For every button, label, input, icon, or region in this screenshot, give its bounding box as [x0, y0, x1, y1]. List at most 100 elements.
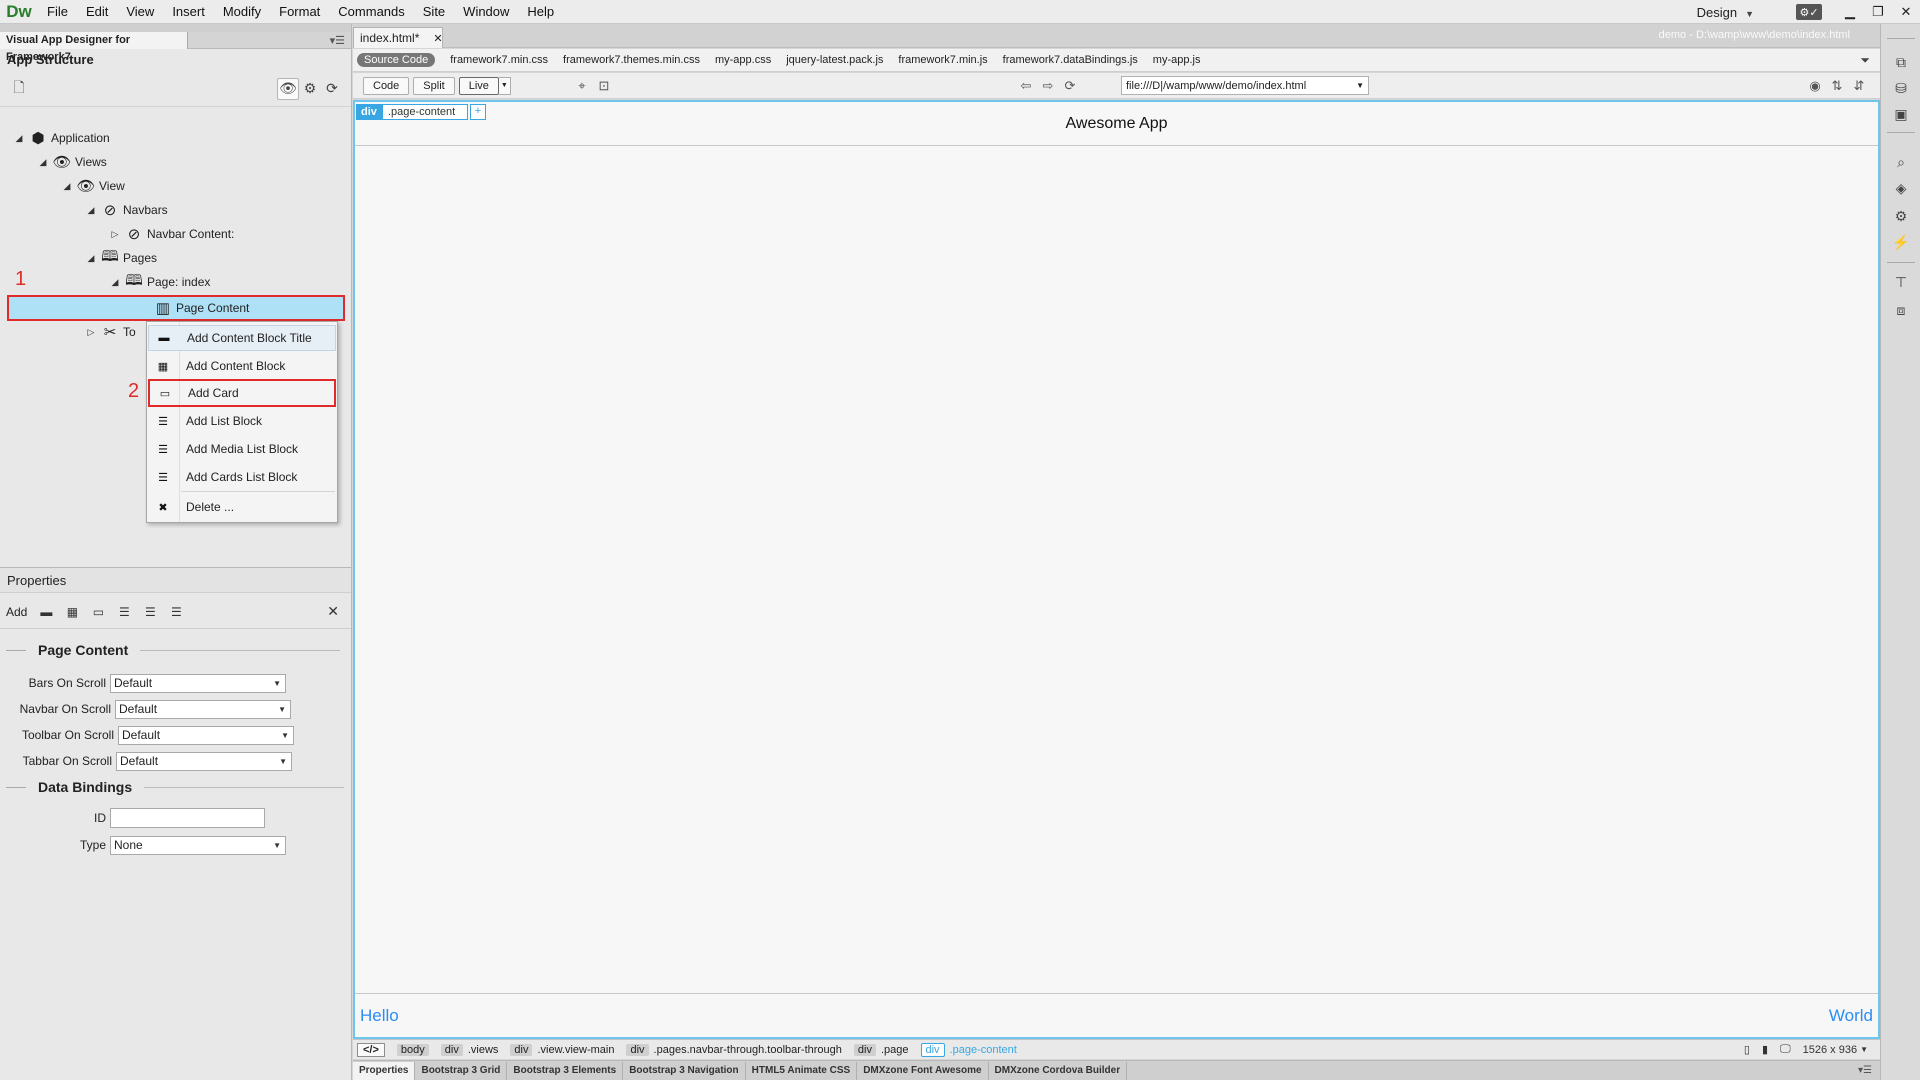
- menu-item-add-card[interactable]: ▭ Add Card: [148, 379, 336, 407]
- live-view-button[interactable]: Live: [458, 76, 499, 95]
- tag-body[interactable]: body: [396, 1043, 429, 1056]
- menu-item-add-media-list-block[interactable]: ☰ Add Media List Block: [148, 436, 336, 462]
- menu-commands[interactable]: Commands: [329, 0, 413, 24]
- add-block-icon[interactable]: ▦: [59, 605, 85, 619]
- menu-item-add-list-block[interactable]: ☰ Add List Block: [148, 408, 336, 434]
- related-file[interactable]: framework7.dataBindings.js: [1003, 54, 1138, 66]
- element-hud[interactable]: div .page-content +: [356, 104, 486, 120]
- tag-div-selected[interactable]: div: [920, 1042, 945, 1057]
- code-navigator-icon[interactable]: ⊡: [593, 77, 615, 95]
- search-icon[interactable]: ⌕: [1890, 152, 1912, 172]
- gear-icon[interactable]: ⚙: [299, 78, 321, 100]
- desktop-size-icon[interactable]: 🖵: [1780, 1043, 1791, 1056]
- menu-item-add-content-block[interactable]: ▦ Add Content Block: [148, 353, 336, 379]
- document-tab-index[interactable]: index.html* ✕: [353, 27, 443, 48]
- close-icon[interactable]: ✕: [1892, 0, 1920, 24]
- sync-settings-icon[interactable]: ⚙✓: [1796, 4, 1822, 20]
- id-input[interactable]: [110, 808, 265, 828]
- tree-item-page-content[interactable]: ▥ Page Content: [7, 295, 345, 321]
- tree-item-pages[interactable]: ◢ 🕮 Pages: [86, 248, 158, 268]
- menu-help[interactable]: Help: [518, 0, 563, 24]
- menu-item-add-cards-list-block[interactable]: ☰ Add Cards List Block: [148, 464, 336, 490]
- add-list-icon[interactable]: ☰: [111, 605, 137, 619]
- expand-arrow-icon[interactable]: ◢: [110, 277, 120, 288]
- menu-item-delete[interactable]: ✖ Delete ...: [148, 494, 336, 520]
- filter-icon[interactable]: ⏷: [1860, 53, 1870, 68]
- sitemap-icon[interactable]: ⊤: [1890, 272, 1912, 292]
- tree-item-navbars[interactable]: ◢ ⊘ Navbars: [86, 200, 168, 220]
- tab-cordova-builder[interactable]: DMXzone Cordova Builder: [989, 1061, 1128, 1080]
- tree-item-views[interactable]: ◢ 👁 Views: [38, 152, 107, 172]
- menu-view[interactable]: View: [117, 0, 163, 24]
- related-file[interactable]: framework7.min.css: [450, 54, 548, 66]
- related-file[interactable]: framework7.themes.min.css: [563, 54, 700, 66]
- view-options-icon[interactable]: ⇵: [1848, 77, 1870, 95]
- eye-icon[interactable]: 👁: [277, 77, 299, 100]
- add-media-list-icon[interactable]: ☰: [137, 605, 163, 619]
- inspect-icon[interactable]: ⌖: [571, 77, 593, 95]
- database-icon[interactable]: ⛁: [1890, 78, 1912, 98]
- hud-add-class[interactable]: +: [469, 104, 486, 120]
- expand-arrow-icon[interactable]: ◢: [14, 133, 24, 144]
- panel-options-icon[interactable]: ▾☰: [330, 34, 345, 47]
- collapsed-arrow-icon[interactable]: ▷: [110, 229, 120, 240]
- minimize-icon[interactable]: ▁: [1836, 0, 1864, 24]
- expand-arrow-icon[interactable]: ◢: [86, 253, 96, 264]
- related-file[interactable]: my-app.css: [715, 54, 771, 66]
- panel-options-icon[interactable]: ▾☰: [1858, 1065, 1872, 1076]
- tag-class[interactable]: .page: [881, 1044, 909, 1056]
- tag-class[interactable]: .view.view-main: [537, 1044, 614, 1056]
- tag-div[interactable]: div: [510, 1043, 533, 1056]
- related-file[interactable]: my-app.js: [1153, 54, 1201, 66]
- add-cards-list-icon[interactable]: ☰: [163, 605, 189, 619]
- collapsed-arrow-icon[interactable]: ▷: [86, 327, 96, 338]
- tag-class-selected[interactable]: .page-content: [950, 1044, 1017, 1056]
- menu-site[interactable]: Site: [414, 0, 454, 24]
- tab-bootstrap-navigation[interactable]: Bootstrap 3 Navigation: [623, 1061, 746, 1080]
- menu-format[interactable]: Format: [270, 0, 329, 24]
- tree-item-toolbars[interactable]: ▷ ✂ To: [86, 322, 136, 342]
- add-title-icon[interactable]: ▬: [33, 605, 59, 619]
- tag-div[interactable]: div: [626, 1043, 649, 1056]
- extensions-icon[interactable]: ⚙: [1890, 206, 1912, 226]
- toolbar-link-left[interactable]: Hello: [360, 1006, 399, 1026]
- assets-icon[interactable]: ▣: [1890, 104, 1912, 124]
- new-document-icon[interactable]: 🗋: [8, 78, 30, 100]
- insert-panel-icon[interactable]: ⧉: [1890, 52, 1912, 72]
- navbar-on-scroll-select[interactable]: Default ▼: [115, 699, 291, 719]
- window-size-select[interactable]: 1526 x 936: [1803, 1044, 1857, 1056]
- menu-item-add-content-block-title[interactable]: ▬ Add Content Block Title: [148, 325, 336, 351]
- tag-class[interactable]: .views: [468, 1044, 499, 1056]
- type-select[interactable]: None ▼: [110, 835, 286, 855]
- related-file[interactable]: framework7.min.js: [898, 54, 987, 66]
- refresh-icon[interactable]: ⟳: [1059, 77, 1081, 95]
- mobile-size-icon[interactable]: ▯: [1744, 1043, 1750, 1056]
- file-management-icon[interactable]: ⇅: [1826, 77, 1848, 95]
- close-icon[interactable]: ✕: [327, 603, 339, 620]
- close-tab-icon[interactable]: ✕: [433, 32, 442, 45]
- menu-modify[interactable]: Modify: [214, 0, 270, 24]
- back-arrow-icon[interactable]: ⇦: [1015, 77, 1037, 95]
- tag-div[interactable]: div: [440, 1043, 463, 1056]
- tabbar-on-scroll-select[interactable]: Default ▼: [116, 751, 292, 771]
- tree-item-navbar-content[interactable]: ▷ ⊘ Navbar Content:: [110, 224, 235, 244]
- menu-file[interactable]: File: [38, 0, 77, 24]
- restore-icon[interactable]: ❐: [1864, 0, 1892, 24]
- code-inspector-icon[interactable]: ⧈: [1890, 300, 1912, 320]
- tab-bootstrap-elements[interactable]: Bootstrap 3 Elements: [507, 1061, 624, 1080]
- chevron-down-icon[interactable]: ▼: [1356, 81, 1364, 90]
- tree-item-page-index[interactable]: ◢ 🕮 Page: index: [110, 272, 211, 292]
- design-canvas[interactable]: Awesome App div .page-content + Hello Wo…: [353, 100, 1880, 1039]
- forward-arrow-icon[interactable]: ⇨: [1037, 77, 1059, 95]
- expand-arrow-icon[interactable]: ◢: [38, 157, 48, 168]
- expand-arrow-icon[interactable]: ◢: [62, 181, 72, 192]
- tag-div[interactable]: div: [853, 1043, 876, 1056]
- split-view-button[interactable]: Split: [413, 76, 455, 95]
- menu-edit[interactable]: Edit: [77, 0, 117, 24]
- tab-html5-animate-css[interactable]: HTML5 Animate CSS: [746, 1061, 858, 1080]
- code-view-button[interactable]: Code: [363, 76, 410, 95]
- menu-window[interactable]: Window: [454, 0, 518, 24]
- bars-on-scroll-select[interactable]: Default ▼: [110, 673, 286, 693]
- tablet-size-icon[interactable]: ▮: [1762, 1043, 1768, 1056]
- tree-item-view[interactable]: ◢ 👁 View: [62, 176, 125, 196]
